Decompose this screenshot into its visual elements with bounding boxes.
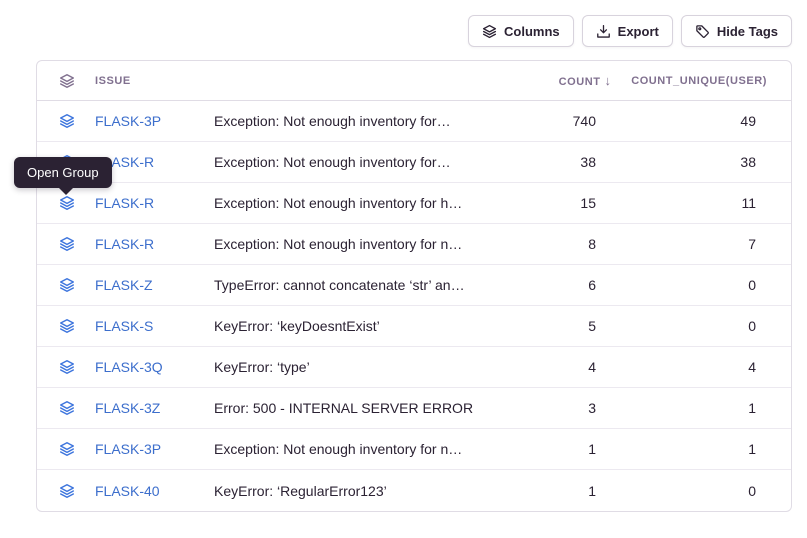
count-value: 4: [531, 359, 611, 375]
layers-icon[interactable]: [59, 277, 75, 293]
issue-link[interactable]: FLASK-40: [95, 483, 214, 499]
open-group-tooltip: Open Group: [14, 157, 112, 188]
issue-link[interactable]: FLASK-3P: [95, 113, 214, 129]
count-unique-value: 49: [611, 113, 767, 129]
issue-description: KeyError: ‘keyDoesntExist’: [214, 318, 531, 334]
count-unique-value: 7: [611, 236, 767, 252]
export-button-label: Export: [618, 24, 659, 39]
table-row: FLASK-R Exception: Not enough inventory …: [37, 183, 791, 224]
hide-tags-button-label: Hide Tags: [717, 24, 778, 39]
issue-link[interactable]: FLASK-Z: [95, 277, 214, 293]
table-row: FLASK-Z TypeError: cannot concatenate ‘s…: [37, 265, 791, 306]
table-row: FLASK-3P Exception: Not enough inventory…: [37, 429, 791, 470]
count-column-header[interactable]: COUNT↓: [531, 73, 611, 88]
tooltip-label: Open Group: [27, 165, 99, 180]
issue-link[interactable]: FLASK-R: [95, 154, 214, 170]
layers-icon[interactable]: [59, 441, 75, 457]
issue-description: Exception: Not enough inventory for…: [214, 154, 531, 170]
table-row: FLASK-3Q KeyError: ‘type’ 4 4: [37, 347, 791, 388]
columns-button[interactable]: Columns: [468, 15, 574, 47]
table-row: FLASK-3P Exception: Not enough inventory…: [37, 101, 791, 142]
count-value: 38: [531, 154, 611, 170]
table-row: FLASK-3Z Error: 500 - INTERNAL SERVER ER…: [37, 388, 791, 429]
columns-button-label: Columns: [504, 24, 560, 39]
hide-tags-button[interactable]: Hide Tags: [681, 15, 792, 47]
issue-link[interactable]: FLASK-3Q: [95, 359, 214, 375]
count-value: 3: [531, 400, 611, 416]
issue-description: Exception: Not enough inventory for…: [214, 113, 531, 129]
issues-table-page: Columns Export Hide Tags ISSUE COUNT↓ CO…: [0, 0, 807, 538]
issue-link[interactable]: FLASK-3P: [95, 441, 214, 457]
table-body: FLASK-3P Exception: Not enough inventory…: [37, 101, 791, 511]
issue-description: KeyError: ‘RegularError123’: [214, 483, 531, 499]
count-value: 5: [531, 318, 611, 334]
count-unique-value: 0: [611, 277, 767, 293]
table-row: FLASK-40 KeyError: ‘RegularError123’ 1 0: [37, 470, 791, 511]
table-header-row: ISSUE COUNT↓ COUNT_UNIQUE(USER): [37, 61, 791, 101]
layers-icon[interactable]: [59, 113, 75, 129]
layers-header-icon: [59, 73, 75, 89]
issue-description: Exception: Not enough inventory for n…: [214, 441, 531, 457]
issue-description: KeyError: ‘type’: [214, 359, 531, 375]
layers-icon[interactable]: [59, 400, 75, 416]
count-value: 6: [531, 277, 611, 293]
tag-icon: [695, 24, 710, 39]
count-unique-value: 38: [611, 154, 767, 170]
layers-icon[interactable]: [59, 236, 75, 252]
count-value: 740: [531, 113, 611, 129]
count-column-label: COUNT: [559, 76, 601, 88]
count-value: 15: [531, 195, 611, 211]
export-button[interactable]: Export: [582, 15, 673, 47]
count-value: 1: [531, 483, 611, 499]
count-value: 1: [531, 441, 611, 457]
issue-link[interactable]: FLASK-R: [95, 195, 214, 211]
issue-link[interactable]: FLASK-3Z: [95, 400, 214, 416]
issue-description: Exception: Not enough inventory for h…: [214, 195, 531, 211]
table-row: FLASK-S KeyError: ‘keyDoesntExist’ 5 0: [37, 306, 791, 347]
table-row: FLASK-R Exception: Not enough inventory …: [37, 142, 791, 183]
download-icon: [596, 24, 611, 39]
count-unique-value: 1: [611, 441, 767, 457]
count-value: 8: [531, 236, 611, 252]
count-unique-value: 4: [611, 359, 767, 375]
issue-link[interactable]: FLASK-R: [95, 236, 214, 252]
issue-link[interactable]: FLASK-S: [95, 318, 214, 334]
count-unique-value: 11: [611, 195, 767, 211]
table-toolbar: Columns Export Hide Tags: [468, 15, 792, 47]
count-unique-value: 1: [611, 400, 767, 416]
issue-description: Error: 500 - INTERNAL SERVER ERROR: [214, 400, 531, 416]
issues-table: ISSUE COUNT↓ COUNT_UNIQUE(USER) FLASK-3P…: [36, 60, 792, 512]
columns-icon: [482, 24, 497, 39]
count-unique-value: 0: [611, 318, 767, 334]
count-unique-value: 0: [611, 483, 767, 499]
layers-icon[interactable]: [59, 483, 75, 499]
layers-icon[interactable]: [59, 359, 75, 375]
count-unique-column-header[interactable]: COUNT_UNIQUE(USER): [611, 75, 767, 87]
issue-description: TypeError: cannot concatenate ‘str’ an…: [214, 277, 531, 293]
issue-description: Exception: Not enough inventory for n…: [214, 236, 531, 252]
issue-column-header[interactable]: ISSUE: [95, 75, 214, 87]
layers-icon[interactable]: [59, 318, 75, 334]
table-row: FLASK-R Exception: Not enough inventory …: [37, 224, 791, 265]
